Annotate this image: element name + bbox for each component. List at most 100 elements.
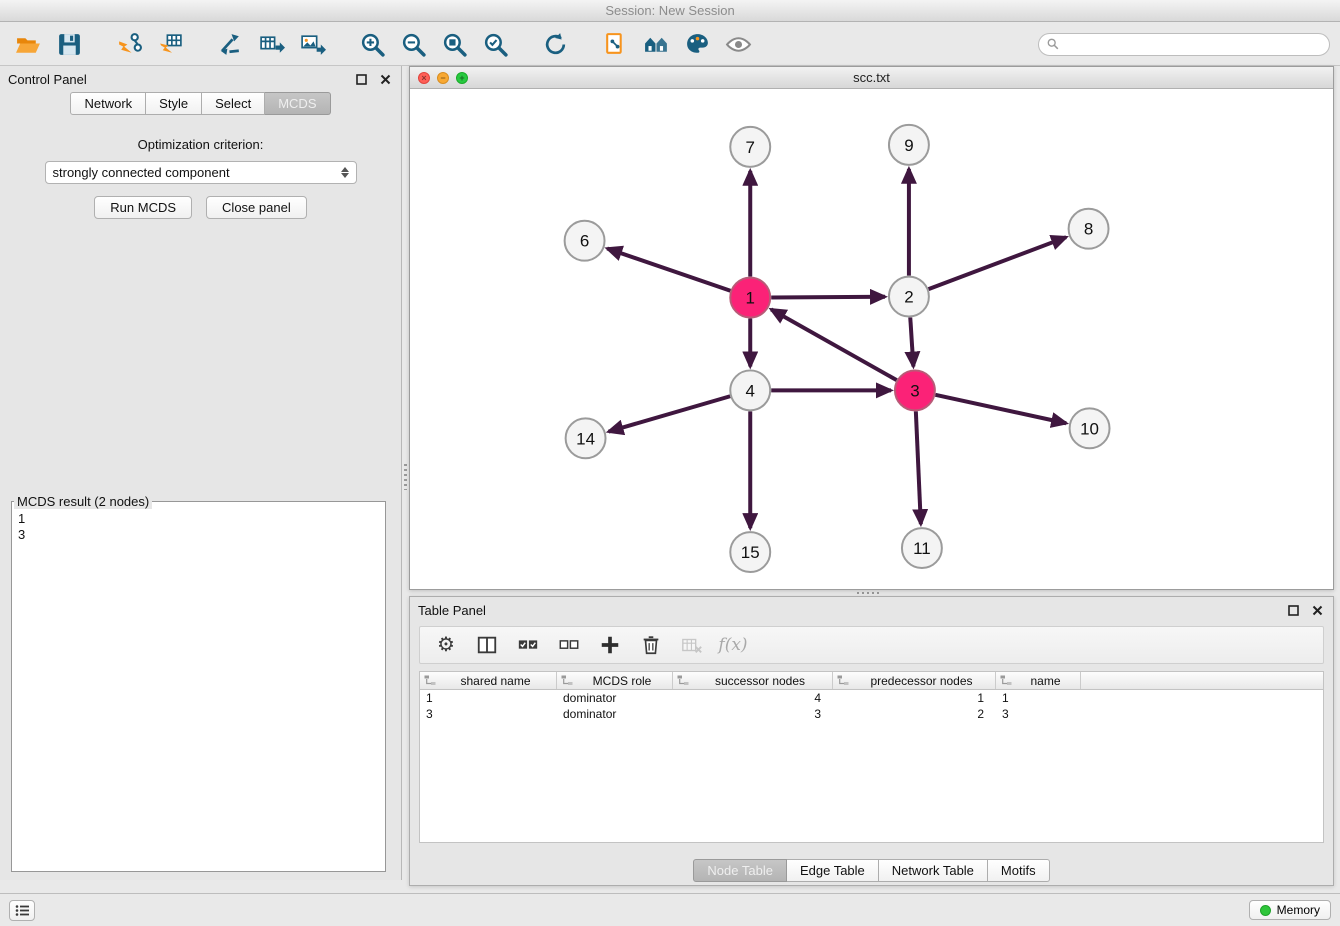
- palette-icon[interactable]: [679, 27, 715, 61]
- table-toolbar: ⚙f(x): [419, 626, 1324, 664]
- vertical-splitter[interactable]: [402, 66, 409, 880]
- node-3[interactable]: 3: [895, 370, 935, 410]
- edge-3-to-10[interactable]: [935, 395, 1066, 423]
- split-panel-icon[interactable]: [473, 631, 501, 659]
- minimize-window-icon[interactable]: [437, 72, 449, 84]
- table-row[interactable]: 1dominator411: [420, 690, 1323, 706]
- tab-edge-table[interactable]: Edge Table: [787, 859, 879, 882]
- run-mcds-button[interactable]: Run MCDS: [94, 196, 192, 219]
- tab-node-table[interactable]: Node Table: [693, 859, 787, 882]
- table-panel-title: Table Panel: [418, 603, 1277, 618]
- tab-motifs[interactable]: Motifs: [988, 859, 1050, 882]
- node-table: shared nameMCDS role successor nodesprede…: [419, 671, 1324, 843]
- traffic-light-buttons: [418, 72, 468, 84]
- close-panel-icon[interactable]: [377, 71, 393, 87]
- memory-label: Memory: [1277, 903, 1320, 917]
- document-share-icon[interactable]: [597, 27, 633, 61]
- edge-2-to-8[interactable]: [929, 237, 1067, 289]
- float-table-panel-icon[interactable]: [1285, 602, 1301, 618]
- mcds-result-title: MCDS result (2 nodes): [14, 494, 152, 509]
- toolbar-separator: [193, 29, 207, 59]
- column-label: name: [1013, 674, 1078, 688]
- zoom-out-icon[interactable]: [395, 27, 431, 61]
- column-header-mcds-role[interactable]: MCDS role: [557, 672, 673, 689]
- select-stepper-icon: [341, 167, 349, 178]
- import-network-icon[interactable]: [111, 27, 147, 61]
- memory-button[interactable]: Memory: [1249, 900, 1331, 920]
- cell-successor-nodes: 3: [673, 706, 833, 722]
- zoom-in-icon[interactable]: [354, 27, 390, 61]
- edge-3-to-11[interactable]: [916, 411, 921, 524]
- refresh-icon[interactable]: [537, 27, 573, 61]
- node-11[interactable]: 11: [902, 528, 942, 568]
- close-panel-button[interactable]: Close panel: [206, 196, 307, 219]
- node-label-7: 7: [746, 138, 755, 157]
- unselect-all-checkbox-icon[interactable]: [555, 631, 583, 659]
- node-9[interactable]: 9: [889, 125, 929, 165]
- control-panel-title: Control Panel: [8, 72, 345, 87]
- table-row[interactable]: 3dominator323: [420, 706, 1323, 722]
- node-6[interactable]: 6: [565, 221, 605, 261]
- toolbar-separator: [518, 29, 532, 59]
- open-folder-icon[interactable]: [10, 27, 46, 61]
- network-window-title: scc.txt: [853, 70, 890, 85]
- toolbar-separator: [92, 29, 106, 59]
- double-house-icon[interactable]: [638, 27, 674, 61]
- edge-3-to-1[interactable]: [771, 309, 897, 380]
- eye-icon[interactable]: [720, 27, 756, 61]
- float-panel-icon[interactable]: [353, 71, 369, 87]
- gear-icon[interactable]: ⚙: [432, 631, 460, 659]
- export-image-icon[interactable]: [294, 27, 330, 61]
- node-4[interactable]: 4: [730, 370, 770, 410]
- column-label: successor nodes: [690, 674, 830, 688]
- trash-icon[interactable]: [637, 631, 665, 659]
- control-panel-buttons: Run MCDS Close panel: [0, 196, 401, 219]
- column-header-name[interactable]: name: [996, 672, 1081, 689]
- column-header-shared-name[interactable]: shared name: [420, 672, 557, 689]
- export-table-icon[interactable]: [253, 27, 289, 61]
- node-7[interactable]: 7: [730, 127, 770, 167]
- node-15[interactable]: 15: [730, 532, 770, 572]
- node-10[interactable]: 10: [1070, 408, 1110, 448]
- network-window-titlebar[interactable]: scc.txt: [410, 67, 1333, 89]
- zoom-fit-icon[interactable]: [436, 27, 472, 61]
- node-14[interactable]: 14: [566, 418, 606, 458]
- table-panel: Table Panel ⚙f(x) shared nameMCDS role su…: [409, 596, 1334, 886]
- tab-mcds[interactable]: MCDS: [265, 92, 330, 115]
- maximize-window-icon[interactable]: [456, 72, 468, 84]
- optimization-select-value: strongly connected component: [53, 165, 341, 180]
- main-toolbar: [0, 23, 1340, 66]
- network-canvas[interactable]: 7 9 6 8 1 2 4 3 14 10 15 11: [410, 90, 1333, 589]
- tab-select[interactable]: Select: [202, 92, 265, 115]
- mcds-result-item: 3: [12, 527, 385, 543]
- node-1[interactable]: 1: [730, 278, 770, 318]
- optimization-select[interactable]: strongly connected component: [45, 161, 357, 184]
- tab-network-table[interactable]: Network Table: [879, 859, 988, 882]
- column-header-successor-nodes[interactable]: successor nodes: [673, 672, 833, 689]
- close-window-icon[interactable]: [418, 72, 430, 84]
- edge-2-to-3[interactable]: [910, 318, 913, 367]
- zoom-selected-icon[interactable]: [477, 27, 513, 61]
- edge-4-to-14[interactable]: [609, 396, 731, 431]
- table-panel-tabs: Node TableEdge TableNetwork TableMotifs: [410, 859, 1333, 882]
- edge-1-to-2[interactable]: [771, 297, 885, 298]
- import-table-icon[interactable]: [152, 27, 188, 61]
- select-all-checkbox-icon[interactable]: [514, 631, 542, 659]
- tab-network[interactable]: Network: [70, 92, 146, 115]
- toolbar-separator: [335, 29, 349, 59]
- table-header-row: shared nameMCDS role successor nodesprede…: [420, 672, 1323, 690]
- search-input[interactable]: [1064, 36, 1321, 52]
- column-header-predecessor-nodes[interactable]: predecessor nodes: [833, 672, 996, 689]
- control-panel: Control Panel NetworkStyleSelectMCDS Opt…: [0, 66, 402, 880]
- node-2[interactable]: 2: [889, 277, 929, 317]
- close-table-panel-icon[interactable]: [1309, 602, 1325, 618]
- task-history-icon[interactable]: [9, 900, 35, 921]
- window-titlebar[interactable]: Session: New Session: [0, 0, 1340, 22]
- network-arrows-icon[interactable]: [212, 27, 248, 61]
- node-8[interactable]: 8: [1069, 209, 1109, 249]
- edge-1-to-6[interactable]: [607, 248, 730, 290]
- tab-style[interactable]: Style: [146, 92, 202, 115]
- save-floppy-icon[interactable]: [51, 27, 87, 61]
- column-tree-icon: [837, 675, 850, 687]
- add-column-icon[interactable]: [596, 631, 624, 659]
